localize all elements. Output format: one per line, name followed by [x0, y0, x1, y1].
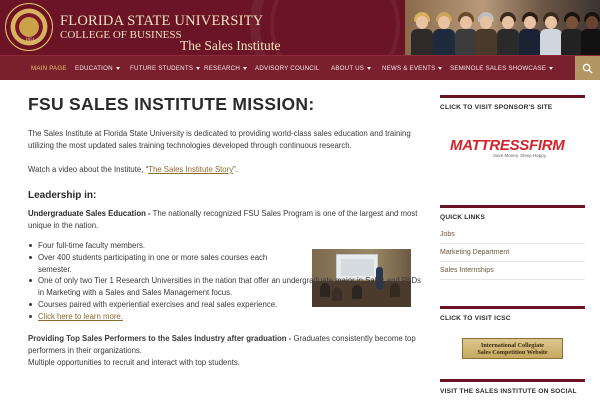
- quick-links-list: Jobs Marketing Department Sales Internsh…: [440, 226, 585, 280]
- nav-item-about-us[interactable]: ABOUT US: [331, 56, 372, 80]
- quick-links-title: QUICK LINKS: [440, 205, 585, 221]
- chevron-down-icon: [115, 66, 120, 70]
- nav-item-education[interactable]: EDUCATION: [75, 56, 120, 80]
- college-name[interactable]: COLLEGE OF BUSINESS: [60, 29, 182, 41]
- site-header: 1851 FLORIDA STATE UNIVERSITY COLLEGE OF…: [0, 0, 600, 55]
- nav-item-label: RESEARCH: [204, 64, 240, 72]
- header-group-photo: [405, 0, 600, 55]
- social-widget-title: VISIT THE SALES INSTITUTE ON SOCIAL: [440, 379, 585, 395]
- video-suffix: ”.: [233, 165, 238, 174]
- nav-item-label: MAIN PAGE: [31, 64, 67, 72]
- undergrad-section: Undergraduate Sales Education - The nati…: [28, 208, 423, 232]
- icsc-line-2: Sales Competition Website: [477, 348, 548, 356]
- quick-link-marketing-department[interactable]: Marketing Department: [440, 244, 585, 262]
- nav-list: MAIN PAGE EDUCATION FUTURE STUDENTS RESEARC…: [0, 56, 600, 80]
- top-performers-heading: Providing Top Sales Performers to the Sa…: [28, 333, 292, 343]
- nav-item-future-students[interactable]: FUTURE STUDENTS: [130, 56, 201, 80]
- sales-institute-story-link[interactable]: The Sales Institute Story: [148, 165, 233, 174]
- top-performers-section: Providing Top Sales Performers to the Sa…: [28, 333, 423, 357]
- institute-name[interactable]: The Sales Institute: [180, 38, 280, 54]
- icsc-widget-title: CLICK TO VISIT ICSC: [440, 306, 585, 322]
- quick-link-sales-internships[interactable]: Sales Internships: [440, 262, 585, 280]
- mattress-firm-logo[interactable]: MATTRESSFIRM Save Money. Sleep Happy.: [450, 137, 576, 167]
- photo-person: [455, 11, 477, 55]
- quick-link-jobs[interactable]: Jobs: [440, 226, 585, 244]
- chevron-down-icon: [196, 66, 201, 70]
- seal-watermark-inner: [270, 0, 400, 55]
- list-item: Courses paired with experiential exercis…: [28, 299, 423, 311]
- top-performers-text2: Multiple opportunities to recruit and in…: [28, 357, 240, 367]
- seal-year: 1851: [25, 38, 35, 43]
- list-item: Click here to learn more.: [28, 311, 423, 323]
- search-button[interactable]: [575, 56, 600, 80]
- photo-person: [581, 11, 600, 55]
- intro-paragraph: The Sales Institute at Florida State Uni…: [28, 129, 411, 150]
- bullets-with-photo: Four full-time faculty members. Over 400…: [28, 240, 423, 323]
- nav-item-label: NEWS & EVENTS: [382, 64, 436, 72]
- chevron-down-icon: [367, 66, 372, 70]
- photo-person: [540, 11, 562, 55]
- search-icon: [582, 63, 593, 74]
- page-title: FSU SALES INSTITUTE MISSION:: [28, 94, 315, 114]
- leadership-heading: Leadership in:: [28, 190, 97, 201]
- nav-item-seminole-sales-showcase[interactable]: SEMINOLE SALES SHOWCASE: [450, 56, 554, 80]
- sponsor-widget-title: CLICK TO VISIT SPONSOR'S SITE: [440, 95, 585, 111]
- university-name[interactable]: FLORIDA STATE UNIVERSITY: [60, 13, 263, 30]
- sponsor-logo-text: MATTRESSFIRM: [450, 137, 565, 154]
- nav-item-label: EDUCATION: [75, 64, 113, 72]
- nav-item-label: ADVISORY COUNCIL: [255, 64, 320, 72]
- main-content: FSU SALES INSTITUTE MISSION: The Sales I…: [28, 80, 423, 400]
- fsu-seal-logo[interactable]: 1851: [5, 3, 53, 51]
- main-navigation: MAIN PAGE EDUCATION FUTURE STUDENTS RESEARC…: [0, 55, 600, 80]
- learn-more-link[interactable]: Click here to learn more.: [38, 312, 123, 321]
- nav-item-main-page[interactable]: MAIN PAGE: [31, 56, 67, 80]
- photo-person: [561, 11, 583, 55]
- nav-item-label: SEMINOLE SALES SHOWCASE: [450, 64, 547, 72]
- nav-item-advisory-council[interactable]: ADVISORY COUNCIL: [255, 56, 320, 80]
- nav-item-news-events[interactable]: NEWS & EVENTS: [382, 56, 443, 80]
- list-item: Four full-time faculty members.: [28, 240, 300, 252]
- icsc-line-1: International Collegiate: [480, 341, 545, 349]
- video-prefix: Watch a video about the Institute, “: [28, 165, 149, 174]
- icsc-website-button[interactable]: International Collegiate Sales Competiti…: [462, 338, 563, 359]
- photo-person: [433, 11, 455, 55]
- chevron-down-icon: [242, 66, 247, 70]
- photo-person: [497, 11, 519, 55]
- nav-item-label: FUTURE STUDENTS: [130, 64, 194, 72]
- photo-person: [519, 11, 541, 55]
- sidebar: CLICK TO VISIT SPONSOR'S SITE MATTRESSFI…: [440, 80, 585, 400]
- photo-person: [475, 11, 497, 55]
- nav-item-label: ABOUT US: [331, 64, 365, 72]
- photo-person: [411, 11, 433, 55]
- undergrad-heading: Undergraduate Sales Education -: [28, 209, 151, 218]
- list-item: Over 400 students participating in one o…: [28, 252, 300, 276]
- list-item: One of only two Tier 1 Research Universi…: [28, 275, 423, 299]
- chevron-down-icon: [438, 66, 443, 70]
- video-paragraph: Watch a video about the Institute, “The …: [28, 164, 423, 176]
- nav-item-research[interactable]: RESEARCH: [204, 56, 247, 80]
- chevron-down-icon: [549, 66, 554, 70]
